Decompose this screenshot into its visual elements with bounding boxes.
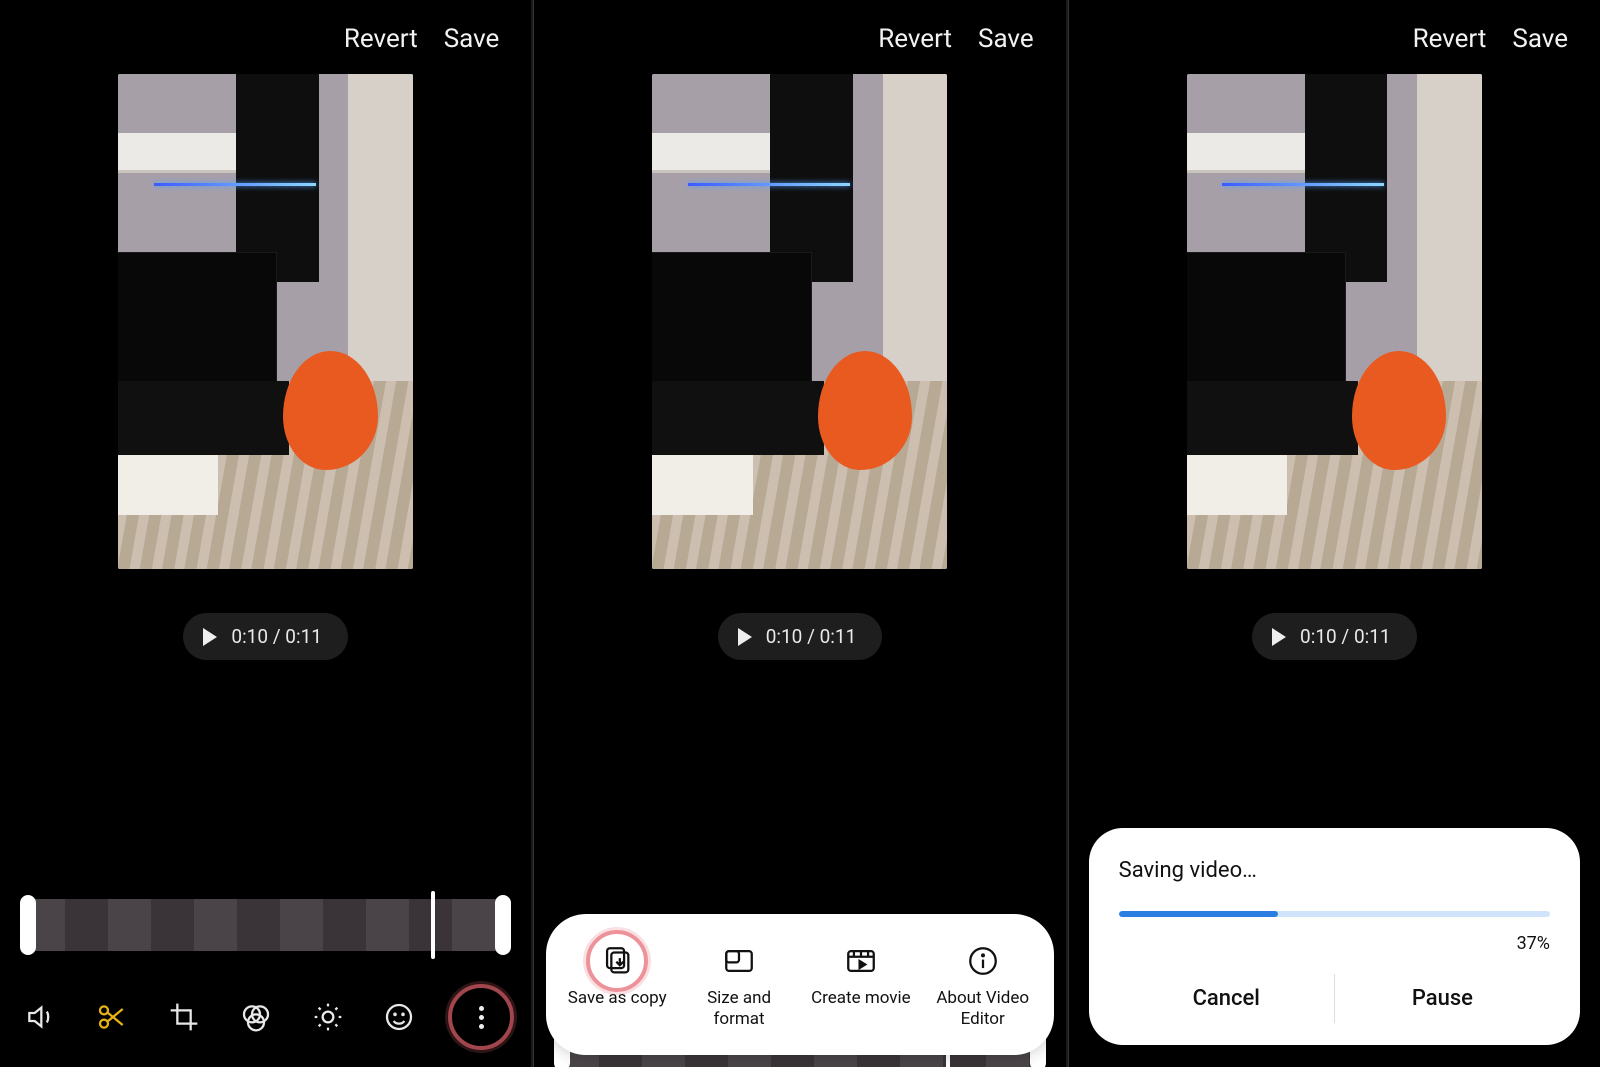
filmstrip-playhead[interactable] <box>431 891 435 959</box>
trim-filmstrip[interactable] <box>22 899 509 951</box>
volume-icon[interactable] <box>24 1001 56 1033</box>
trim-handle-end[interactable] <box>495 895 511 955</box>
video-preview-area: 0:10 / 0:11 <box>534 64 1065 969</box>
revert-button[interactable]: Revert <box>1413 24 1487 54</box>
video-preview <box>1187 74 1482 569</box>
option-save-as-copy[interactable]: Save as copy <box>562 944 672 1008</box>
progress-percent-label: 37% <box>1119 933 1550 954</box>
option-create-movie[interactable]: Create movie <box>806 944 916 1008</box>
editor-toolbar <box>0 951 531 1067</box>
option-size-format[interactable]: Size and format <box>684 944 794 1029</box>
save-as-copy-icon <box>600 944 634 978</box>
crop-rotate-icon[interactable] <box>168 1001 200 1033</box>
progress-bar-fill <box>1119 911 1279 917</box>
scissors-icon[interactable] <box>96 1001 128 1033</box>
more-options-button[interactable] <box>455 991 507 1043</box>
playback-time: 0:10 / 0:11 <box>1300 625 1391 648</box>
option-about-video-editor[interactable]: About Video Editor <box>928 944 1038 1029</box>
progress-bar <box>1119 911 1550 917</box>
save-button[interactable]: Save <box>1512 24 1568 54</box>
option-label: Create movie <box>811 988 911 1008</box>
revert-button[interactable]: Revert <box>344 24 418 54</box>
pause-button[interactable]: Pause <box>1335 974 1550 1023</box>
panel-editor-saving: Revert Save 0:10 / 0:11 Saving video… 37… <box>1068 0 1600 1067</box>
create-movie-icon <box>844 944 878 978</box>
cancel-button[interactable]: Cancel <box>1119 974 1334 1023</box>
more-options-sheet: Save as copy Size and format Create movi… <box>546 914 1053 1055</box>
option-label: Save as copy <box>568 988 667 1008</box>
playback-bar[interactable]: 0:10 / 0:11 <box>718 613 883 660</box>
size-format-icon <box>722 944 756 978</box>
playback-bar[interactable]: 0:10 / 0:11 <box>183 613 348 660</box>
save-button[interactable]: Save <box>444 24 500 54</box>
trim-handle-start[interactable] <box>20 895 36 955</box>
playback-bar: 0:10 / 0:11 <box>1252 613 1417 660</box>
editor-header: Revert Save <box>534 0 1065 64</box>
info-icon <box>966 944 1000 978</box>
play-icon <box>203 628 217 646</box>
editor-header: Revert Save <box>1069 0 1600 64</box>
saving-dialog-title: Saving video… <box>1119 858 1550 883</box>
playback-time: 0:10 / 0:11 <box>766 625 857 648</box>
play-icon <box>1272 628 1286 646</box>
more-icon <box>479 1006 484 1029</box>
panel-editor-options-sheet: Revert Save 0:10 / 0:11 Save as copy <box>533 0 1065 1067</box>
option-label: About Video Editor <box>928 988 1038 1029</box>
saving-dialog: Saving video… 37% Cancel Pause <box>1089 828 1580 1045</box>
filmstrip-thumbnails <box>22 899 509 951</box>
filters-icon[interactable] <box>240 1001 272 1033</box>
video-preview[interactable] <box>118 74 413 569</box>
revert-button[interactable]: Revert <box>878 24 952 54</box>
video-preview[interactable] <box>652 74 947 569</box>
save-button[interactable]: Save <box>978 24 1034 54</box>
brightness-icon[interactable] <box>312 1001 344 1033</box>
video-preview-area: 0:10 / 0:11 <box>0 64 531 853</box>
smiley-icon[interactable] <box>383 1001 415 1033</box>
editor-header: Revert Save <box>0 0 531 64</box>
option-label: Size and format <box>684 988 794 1029</box>
panel-editor-main: Revert Save 0:10 / 0:11 <box>0 0 531 1067</box>
play-icon <box>738 628 752 646</box>
playback-time: 0:10 / 0:11 <box>231 625 322 648</box>
dialog-button-row: Cancel Pause <box>1119 974 1550 1023</box>
